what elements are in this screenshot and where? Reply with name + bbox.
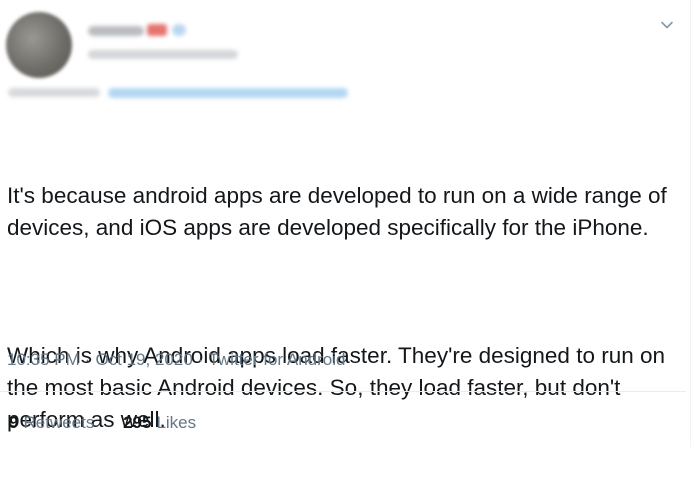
meta-separator: ·: [197, 350, 204, 369]
avatar[interactable]: [6, 12, 72, 78]
tweet-paragraph: It's because android apps are developed …: [7, 183, 674, 240]
chevron-down-icon: [661, 21, 673, 29]
tweet-card: It's because android apps are developed …: [0, 0, 695, 447]
likes-count-link[interactable]: 295 Likes: [123, 411, 196, 435]
meta-separator: ·: [84, 350, 91, 369]
tweet-date: Oct 19, 2020: [95, 350, 193, 369]
tweet-source-link[interactable]: Twitter for Android: [208, 350, 345, 369]
panel-border: [690, 0, 691, 447]
redacted-flag-emoji: [147, 24, 167, 36]
more-options-button[interactable]: [656, 14, 678, 36]
redacted-replying-to-handle[interactable]: [108, 88, 348, 98]
redacted-badge-icon: [172, 24, 186, 36]
retweets-count: 9: [9, 413, 19, 432]
tweet-stats: 9 Retweets 295 Likes: [9, 411, 196, 435]
tweet-time: 10:35 PM: [7, 350, 80, 369]
likes-label: Likes: [156, 413, 197, 432]
tweet-text: It's because android apps are developed …: [7, 116, 687, 500]
retweets-count-link[interactable]: 9 Retweets: [9, 411, 94, 435]
redacted-replying-to-label: [8, 88, 100, 97]
likes-count: 295: [123, 413, 152, 432]
tweet-timestamp[interactable]: 10:35 PM · Oct 19, 2020: [7, 350, 193, 369]
redacted-username: [88, 50, 238, 59]
redacted-display-name: [88, 26, 144, 36]
divider: [0, 391, 686, 392]
tweet-metadata: 10:35 PM · Oct 19, 2020 · Twitter for Androi…: [7, 349, 345, 371]
retweets-label: Retweets: [23, 413, 95, 432]
